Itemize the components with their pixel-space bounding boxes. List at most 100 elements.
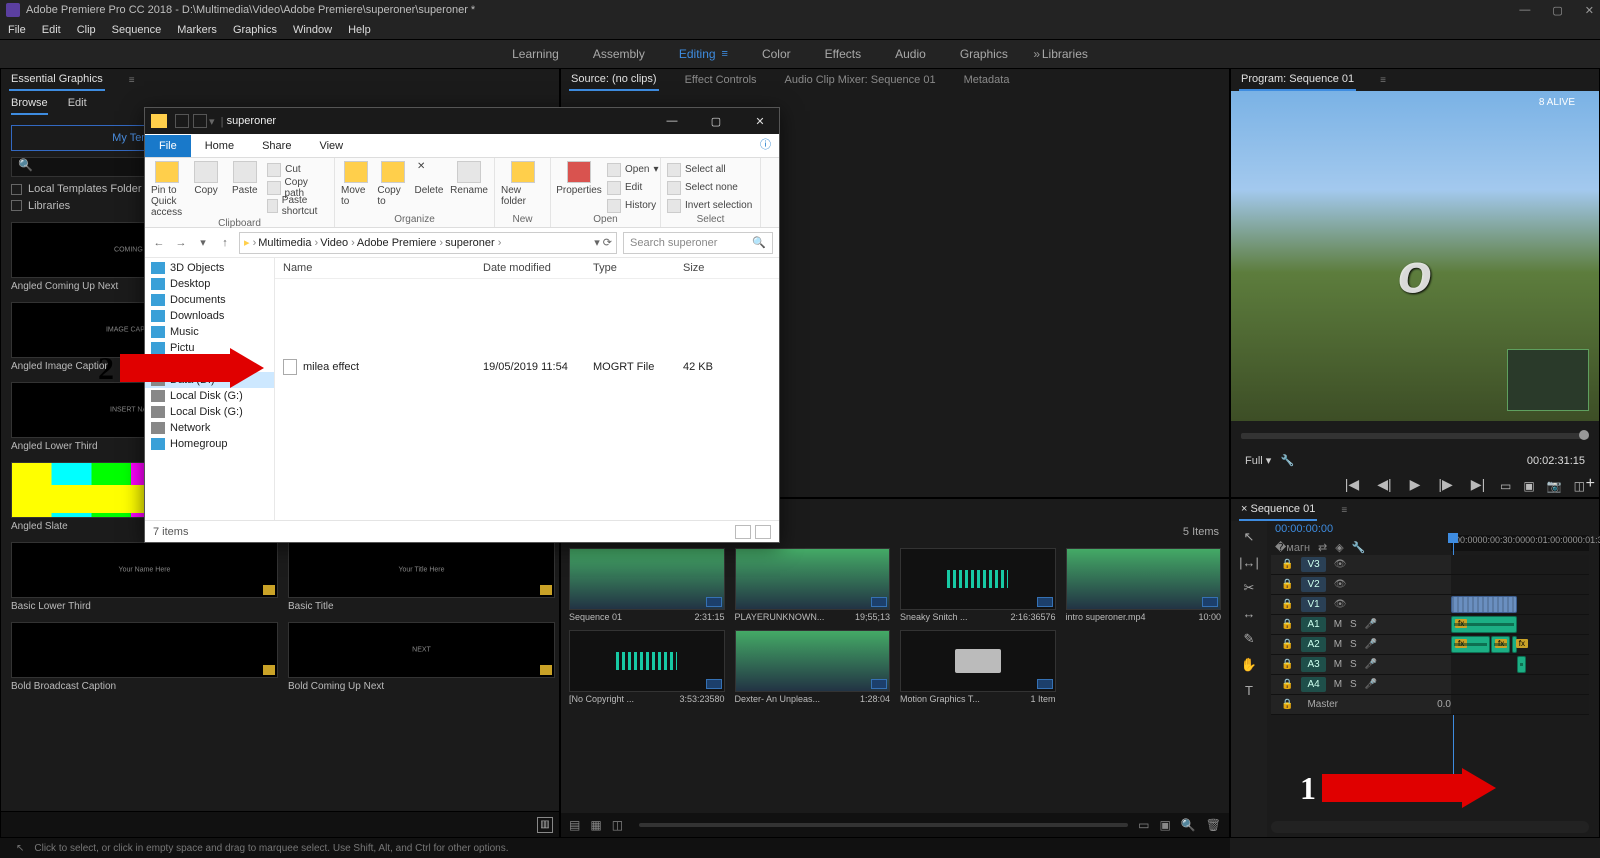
view-icon-icon[interactable]: ▦ bbox=[590, 818, 601, 832]
menu-clip[interactable]: Clip bbox=[77, 24, 96, 36]
video-track[interactable]: 🔒V3👁 bbox=[1271, 555, 1589, 575]
selection-tool-icon[interactable]: ↖ bbox=[1244, 529, 1255, 545]
video-track[interactable]: 🔒V1👁 bbox=[1271, 595, 1589, 615]
fit-dropdown[interactable]: Full ▾ 🔧 bbox=[1245, 454, 1294, 467]
copy-button[interactable]: Copy bbox=[190, 161, 223, 196]
ws-graphics[interactable]: Graphics bbox=[960, 47, 1008, 61]
qat-icon[interactable] bbox=[193, 114, 207, 128]
find-icon[interactable]: 🔍 bbox=[1181, 818, 1196, 832]
template-item[interactable]: NEXTBold Coming Up Next bbox=[288, 622, 555, 692]
install-mogrt-icon[interactable]: ▥ bbox=[537, 817, 553, 833]
tree-node[interactable]: 3D Objects bbox=[145, 260, 274, 276]
ws-assembly[interactable]: Assembly bbox=[593, 47, 645, 61]
link-icon[interactable]: ⇄ bbox=[1318, 541, 1327, 554]
copy-to-button[interactable]: Copy to bbox=[377, 161, 407, 207]
new-item-icon[interactable]: ▣ bbox=[1159, 818, 1170, 832]
video-track[interactable]: 🔒V2👁 bbox=[1271, 575, 1589, 595]
menu-help[interactable]: Help bbox=[348, 24, 371, 36]
properties-button[interactable]: Properties bbox=[557, 161, 601, 196]
new-bin-icon[interactable]: ▭ bbox=[1138, 818, 1149, 832]
program-scrubber[interactable] bbox=[1241, 433, 1589, 439]
tree-node[interactable]: Downloads bbox=[145, 308, 274, 324]
seq-menu-icon[interactable]: ≡ bbox=[1341, 505, 1347, 516]
timeline-zoom[interactable] bbox=[1271, 821, 1589, 833]
tab-program[interactable]: Program: Sequence 01 bbox=[1239, 69, 1356, 91]
step-back-icon[interactable]: ◀| bbox=[1377, 476, 1391, 493]
copy-path-button[interactable]: Copy path bbox=[267, 179, 328, 196]
ws-overflow-icon[interactable]: » bbox=[1033, 47, 1040, 61]
type-tool-icon[interactable]: T bbox=[1245, 683, 1253, 698]
project-item[interactable]: Motion Graphics T...1 Item bbox=[900, 630, 1056, 704]
comparison-icon[interactable]: ◫ bbox=[1574, 479, 1585, 493]
explorer-titlebar[interactable]: ▾ | superoner — ▢ ✕ bbox=[145, 108, 779, 134]
extract-icon[interactable]: ▣ bbox=[1523, 479, 1534, 493]
paste-button[interactable]: Paste bbox=[228, 161, 261, 196]
play-icon[interactable]: ▶ bbox=[1410, 476, 1421, 493]
maximize-icon[interactable]: ▢ bbox=[1552, 4, 1562, 17]
ws-color[interactable]: Color bbox=[762, 47, 791, 61]
snap-icon[interactable]: �магн bbox=[1275, 541, 1310, 554]
ws-effects[interactable]: Effects bbox=[825, 47, 861, 61]
project-item[interactable]: intro superoner.mp410:00 bbox=[1066, 548, 1222, 622]
view-freeform-icon[interactable]: ◫ bbox=[612, 818, 623, 832]
zoom-slider[interactable] bbox=[639, 823, 1128, 827]
timeline-timecode[interactable]: 00:00:00:00 bbox=[1275, 523, 1333, 535]
ws-libraries[interactable]: Libraries bbox=[1042, 47, 1088, 61]
track-select-icon[interactable]: |↔| bbox=[1239, 555, 1259, 570]
ribbon-tab-file[interactable]: File bbox=[145, 135, 191, 157]
menu-graphics[interactable]: Graphics bbox=[233, 24, 277, 36]
ws-learning[interactable]: Learning bbox=[512, 47, 559, 61]
tree-node[interactable]: Network bbox=[145, 420, 274, 436]
tree-node[interactable]: Local Disk (G:) bbox=[145, 388, 274, 404]
tree-node[interactable]: Local Disk (G:) bbox=[145, 404, 274, 420]
qat-icon[interactable] bbox=[175, 114, 189, 128]
nav-recent-icon[interactable]: ▾ bbox=[195, 236, 211, 249]
ripple-tool-icon[interactable]: ✂ bbox=[1244, 580, 1255, 596]
tree-node[interactable]: Homegroup bbox=[145, 436, 274, 452]
address-bar[interactable]: ▸ Multimedia Video Adobe Premiere supero… bbox=[239, 232, 617, 254]
close-icon[interactable]: ✕ bbox=[1585, 4, 1594, 17]
step-fwd-icon[interactable]: |▶ bbox=[1438, 476, 1452, 493]
panel-menu-icon[interactable]: ≡ bbox=[1380, 75, 1386, 86]
tab-metadata[interactable]: Metadata bbox=[962, 70, 1012, 90]
edit-button[interactable]: Edit bbox=[607, 179, 659, 196]
marker-icon[interactable]: ◈ bbox=[1335, 541, 1343, 554]
project-item[interactable]: [No Copyright ...3:53:23580 bbox=[569, 630, 725, 704]
move-to-button[interactable]: Move to bbox=[341, 161, 371, 207]
slip-tool-icon[interactable]: ↔ bbox=[1243, 606, 1256, 621]
template-item[interactable]: Your Title HereBasic Title bbox=[288, 542, 555, 612]
ex-minimize-icon[interactable]: — bbox=[659, 115, 685, 128]
view-details-icon[interactable] bbox=[735, 525, 751, 539]
project-item[interactable]: PLAYERUNKNOWN...19;55;13 bbox=[735, 548, 891, 622]
invert-selection-button[interactable]: Invert selection bbox=[667, 197, 752, 214]
project-item[interactable]: Sneaky Snitch ...2:16:36576 bbox=[900, 548, 1056, 622]
nav-up-icon[interactable]: ↑ bbox=[217, 237, 233, 249]
template-item[interactable]: Bold Broadcast Caption bbox=[11, 622, 278, 692]
ribbon-tab-view[interactable]: View bbox=[305, 135, 357, 157]
tree-node[interactable]: Music bbox=[145, 324, 274, 340]
select-all-button[interactable]: Select all bbox=[667, 161, 752, 178]
audio-track[interactable]: 🔒A3MS🎤 bbox=[1271, 655, 1589, 675]
nav-fwd-icon[interactable]: → bbox=[173, 237, 189, 249]
file-row[interactable]: milea effect 19/05/2019 11:54 MOGRT File… bbox=[275, 355, 779, 379]
ws-editing[interactable]: Editing bbox=[679, 47, 716, 61]
template-item[interactable]: Your Name HereBasic Lower Third bbox=[11, 542, 278, 612]
nav-back-icon[interactable]: ← bbox=[151, 237, 167, 249]
new-folder-button[interactable]: New folder bbox=[501, 161, 544, 207]
menu-file[interactable]: File bbox=[8, 24, 26, 36]
history-button[interactable]: History bbox=[607, 197, 659, 214]
menu-edit[interactable]: Edit bbox=[42, 24, 61, 36]
trash-icon[interactable]: 🗑 bbox=[1206, 818, 1221, 832]
cut-button[interactable]: Cut bbox=[267, 161, 328, 178]
ex-close-icon[interactable]: ✕ bbox=[747, 115, 773, 128]
tab-sequence[interactable]: × Sequence 01 bbox=[1239, 499, 1317, 521]
col-type[interactable]: Type bbox=[593, 262, 683, 274]
file-explorer-window[interactable]: ▾ | superoner — ▢ ✕ File Home Share View… bbox=[144, 107, 780, 543]
col-size[interactable]: Size bbox=[683, 262, 771, 274]
time-ruler[interactable]: 00:00 00:00:30:00 00:01:00:00 00:01:30:0… bbox=[1451, 535, 1589, 551]
button-editor-plus[interactable]: + bbox=[1586, 475, 1595, 493]
menu-window[interactable]: Window bbox=[293, 24, 332, 36]
audio-track[interactable]: 🔒A4MS🎤 bbox=[1271, 675, 1589, 695]
select-none-button[interactable]: Select none bbox=[667, 179, 752, 196]
menu-markers[interactable]: Markers bbox=[177, 24, 217, 36]
